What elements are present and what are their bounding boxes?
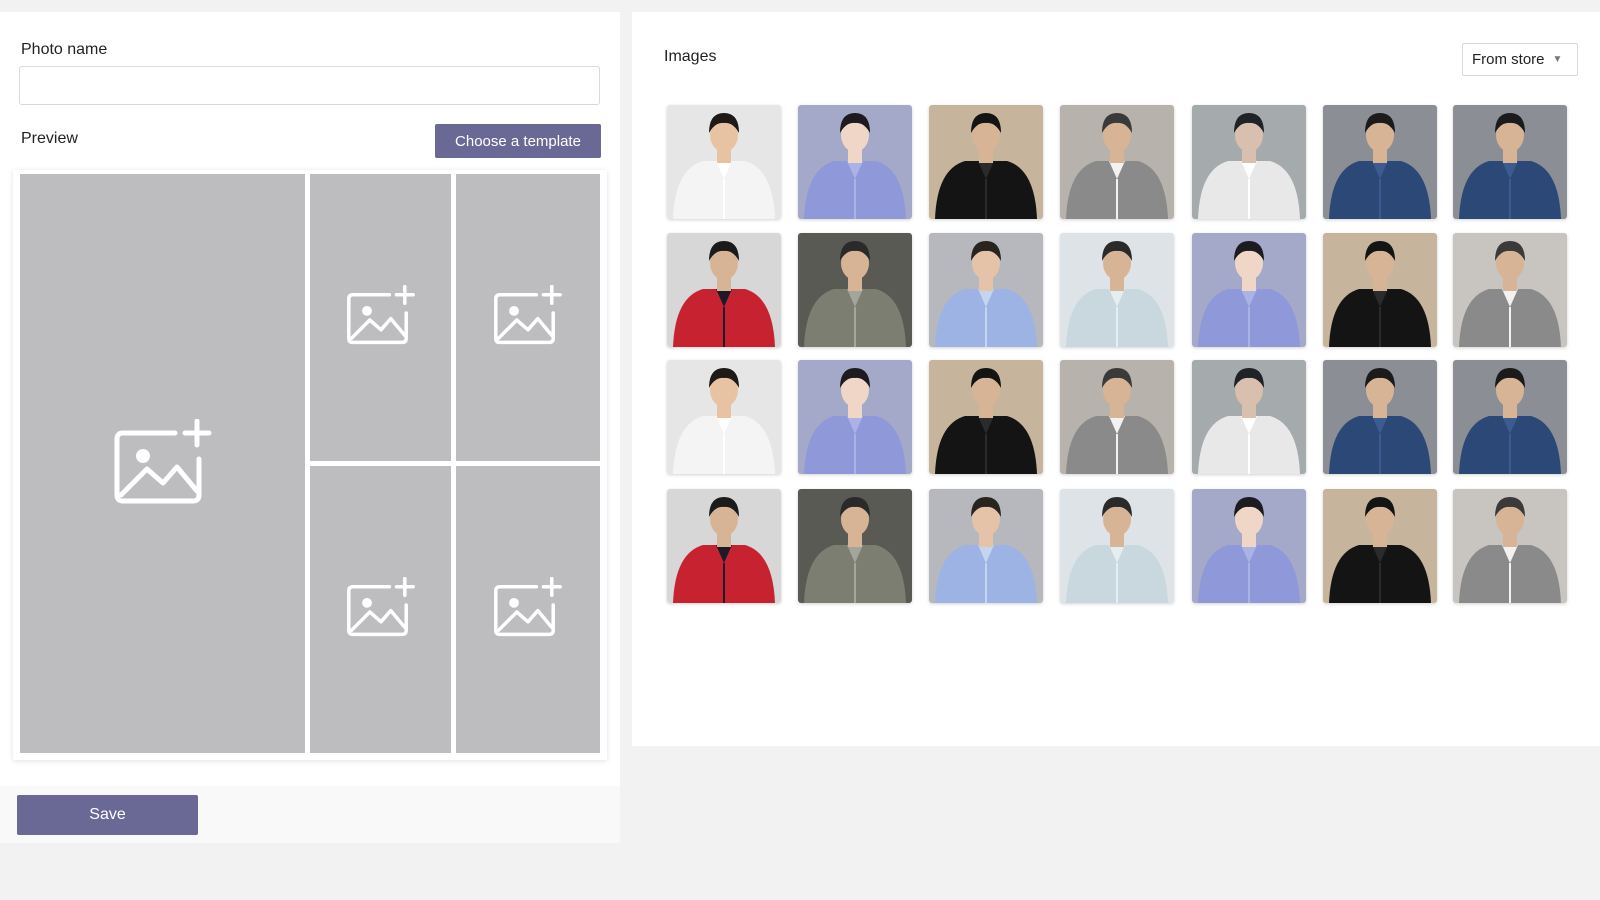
choose-template-button[interactable]: Choose a template xyxy=(435,124,601,158)
product-photo-thumb[interactable] xyxy=(1323,233,1437,347)
save-button[interactable]: Save xyxy=(17,795,198,835)
add-image-icon xyxy=(346,284,416,350)
image-slot-top-middle[interactable] xyxy=(310,174,451,461)
caret-down-icon: ▼ xyxy=(1552,54,1563,65)
product-photo-thumb[interactable] xyxy=(1060,233,1174,347)
images-panel: Images From store ▼ xyxy=(632,12,1600,746)
add-image-icon xyxy=(113,418,213,509)
preview-canvas xyxy=(13,170,607,760)
product-photo-thumb[interactable] xyxy=(798,489,912,603)
image-source-select[interactable]: From store ▼ xyxy=(1462,43,1578,76)
preview-label: Preview xyxy=(21,130,78,147)
product-photo-thumb[interactable] xyxy=(667,489,781,603)
footer-bar: Save xyxy=(0,786,620,843)
image-slot-bottom-middle[interactable] xyxy=(310,466,451,753)
images-title: Images xyxy=(664,48,717,65)
image-source-value: From store xyxy=(1472,51,1545,68)
product-photo-thumb[interactable] xyxy=(929,360,1043,474)
add-image-icon xyxy=(346,576,416,642)
product-photo-thumb[interactable] xyxy=(798,105,912,219)
product-photo-thumb[interactable] xyxy=(1323,489,1437,603)
photo-name-input[interactable] xyxy=(19,66,600,105)
product-photo-thumb[interactable] xyxy=(1060,360,1174,474)
product-photo-thumb[interactable] xyxy=(798,233,912,347)
product-photo-thumb[interactable] xyxy=(667,105,781,219)
image-slot-bottom-right[interactable] xyxy=(456,466,600,753)
product-photo-thumb[interactable] xyxy=(1060,105,1174,219)
product-photo-thumb[interactable] xyxy=(1192,360,1306,474)
product-photo-thumb[interactable] xyxy=(1453,489,1567,603)
product-photo-thumb[interactable] xyxy=(929,489,1043,603)
add-image-icon xyxy=(493,576,563,642)
product-photo-thumb[interactable] xyxy=(1192,489,1306,603)
product-photo-thumb[interactable] xyxy=(1323,105,1437,219)
product-photo-thumb[interactable] xyxy=(1323,360,1437,474)
product-photo-thumb[interactable] xyxy=(1453,233,1567,347)
product-photo-thumb[interactable] xyxy=(667,360,781,474)
product-photo-thumb[interactable] xyxy=(1453,105,1567,219)
product-photo-thumb[interactable] xyxy=(1192,105,1306,219)
editor-panel: Photo name Preview Choose a template Sav… xyxy=(0,12,620,843)
product-photo-thumb[interactable] xyxy=(929,233,1043,347)
product-photo-thumb[interactable] xyxy=(1453,360,1567,474)
product-photo-thumb[interactable] xyxy=(929,105,1043,219)
photo-name-label: Photo name xyxy=(21,41,108,58)
product-photo-thumb[interactable] xyxy=(1060,489,1174,603)
image-slot-main[interactable] xyxy=(20,174,305,753)
product-photo-thumb[interactable] xyxy=(1192,233,1306,347)
add-image-icon xyxy=(493,284,563,350)
product-photo-thumb[interactable] xyxy=(798,360,912,474)
image-slot-top-right[interactable] xyxy=(456,174,600,461)
product-photo-thumb[interactable] xyxy=(667,233,781,347)
